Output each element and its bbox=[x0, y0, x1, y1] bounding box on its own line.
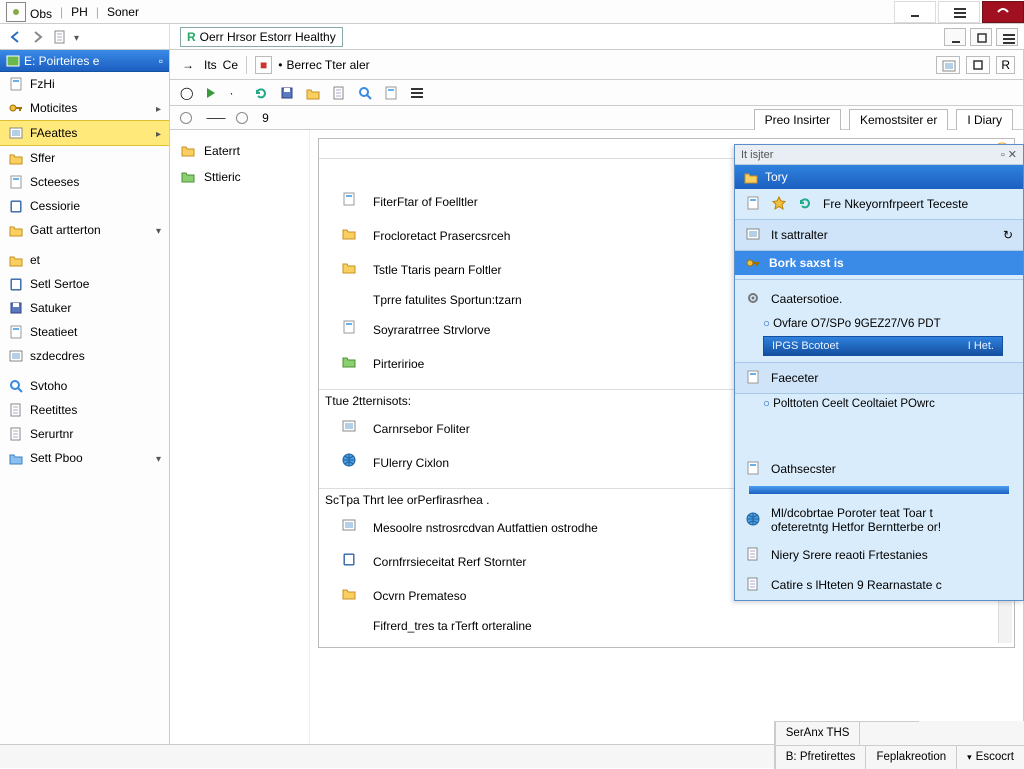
folder-tree: Eaterrt Sttieric bbox=[170, 130, 310, 744]
ico-play[interactable] bbox=[203, 85, 219, 101]
ico-disk[interactable] bbox=[279, 85, 295, 101]
nav-item-scteeses[interactable]: Scteeses bbox=[0, 170, 169, 194]
title-menu-3[interactable]: Soner bbox=[107, 5, 139, 19]
win2-extra[interactable] bbox=[996, 28, 1018, 46]
rp-link-1[interactable]: Niery Srere reaoti Frtestanies bbox=[735, 540, 1023, 570]
folder-sttieric[interactable]: Sttieric bbox=[178, 164, 301, 190]
toolbar-primary: → Its Ce ■ • Berrec Tter aler R bbox=[170, 50, 1023, 80]
tab-preo[interactable]: Preo Insirter bbox=[754, 109, 841, 130]
rp-row-faeceter[interactable]: Faeceter bbox=[735, 362, 1023, 394]
nav-item-moticites[interactable]: Moticites bbox=[0, 96, 169, 120]
ico-search[interactable] bbox=[357, 85, 373, 101]
task-fifrerd[interactable]: Fifrerd_tres ta rTerft orteraline bbox=[337, 613, 1002, 639]
status-bar: SerAnx THS B: Pfretirettes Feplakreotion… bbox=[0, 744, 1024, 768]
nav-item-faeattes[interactable]: FAeattes bbox=[0, 120, 169, 146]
ico-doc[interactable] bbox=[331, 85, 347, 101]
nav-doc-icon[interactable] bbox=[52, 29, 68, 45]
status-top-2[interactable] bbox=[859, 721, 919, 745]
rp-code-box[interactable]: IPGS BcotoetI Het. bbox=[763, 336, 1003, 356]
tab-radio-2[interactable] bbox=[236, 112, 248, 124]
win2-maximize[interactable] bbox=[970, 28, 992, 46]
tab-num: 9 bbox=[262, 111, 269, 125]
nav-item-steatieet[interactable]: Steatieet bbox=[0, 320, 169, 344]
nav-item-setl[interactable]: Setl Sertoe bbox=[0, 272, 169, 296]
status-seranx[interactable]: SerAnx THS bbox=[775, 721, 860, 745]
nav-item-settpboo[interactable]: Sett Pboo bbox=[0, 446, 169, 470]
nav-item-serurtnr[interactable]: Serurtnr bbox=[0, 422, 169, 446]
nav-item-gatt[interactable]: Gatt artterton bbox=[0, 218, 169, 242]
rp-header: Tory bbox=[735, 165, 1023, 189]
nav-item-sffer[interactable]: Sffer bbox=[0, 146, 169, 170]
title-menu-1[interactable]: Obs bbox=[6, 2, 52, 22]
ico-dot[interactable]: · bbox=[229, 86, 233, 100]
tab-diary[interactable]: I Diary bbox=[956, 109, 1013, 130]
nav-item-reetittes[interactable]: Reetittes bbox=[0, 398, 169, 422]
nav-forward-icon[interactable] bbox=[30, 29, 46, 45]
nav-item-et[interactable]: et bbox=[0, 248, 169, 272]
nav-item-cessiorie[interactable]: Cessiorie bbox=[0, 194, 169, 218]
rp-tab-x[interactable]: ▫ ✕ bbox=[1001, 148, 1017, 161]
left-nav-header: E: Poirteires e ▫ bbox=[0, 50, 169, 72]
nav-item-fzhi[interactable]: FzHi bbox=[0, 72, 169, 96]
status-feplak[interactable]: Feplakreotion bbox=[865, 745, 956, 769]
nav-back-icon[interactable] bbox=[8, 29, 24, 45]
ico-bars[interactable] bbox=[409, 85, 425, 101]
rp-row-oath[interactable]: Oathsecster bbox=[735, 454, 1023, 484]
tab-bar: ⸺ 9 Preo Insirter Kemostsiter er I Diary bbox=[170, 106, 1023, 130]
rp-link-2[interactable]: Catire s lHteten 9 Rearnastate c bbox=[735, 570, 1023, 600]
nav-item-szdecdres[interactable]: szdecdres bbox=[0, 344, 169, 368]
tool-its[interactable]: Its bbox=[204, 58, 217, 72]
ico-refresh[interactable] bbox=[253, 85, 269, 101]
tab-sep: ⸺ bbox=[206, 109, 226, 126]
tool-berrec[interactable]: • Berrec Tter aler bbox=[278, 58, 369, 72]
tab-kemo[interactable]: Kemostsiter er bbox=[849, 109, 948, 130]
tool-right-3[interactable]: R bbox=[996, 56, 1015, 74]
toolbar-icons: ◯ · bbox=[170, 80, 1023, 106]
left-nav-close-icon[interactable]: ▫ bbox=[159, 54, 163, 68]
rp-progress-bar bbox=[749, 486, 1009, 494]
rp-row-itsatt[interactable]: It sattralter ↻ bbox=[735, 219, 1023, 251]
title-menu-2[interactable]: PH bbox=[71, 5, 88, 19]
close-button[interactable] bbox=[982, 1, 1024, 23]
rp-sub-ovfare: ○ Ovfare O7/SPo 9GEZ27/V6 PDT bbox=[735, 314, 1023, 334]
title-bar: Obs | PH | Soner bbox=[0, 0, 1024, 24]
rp-row-fre[interactable]: Fre Nkeyornfrpeert Teceste bbox=[735, 189, 1023, 219]
rp-tab-label[interactable]: It isjter bbox=[741, 149, 773, 161]
ico-folder[interactable] bbox=[305, 85, 321, 101]
ico-page[interactable] bbox=[383, 85, 399, 101]
nav-item-svtoho[interactable]: Svtoho bbox=[0, 374, 169, 398]
tool-back[interactable]: → bbox=[178, 55, 198, 75]
left-nav: E: Poirteires e ▫ FzHi Moticites FAeatte… bbox=[0, 50, 170, 744]
rp-section-bork[interactable]: Bork saxst is bbox=[735, 251, 1023, 275]
tab-radio-1[interactable] bbox=[180, 112, 192, 124]
rp-sub-polttoten: ○ Polttoten Ceelt Ceoltaiet POwrc bbox=[735, 394, 1023, 414]
tool-ce[interactable]: Ce bbox=[223, 58, 238, 72]
secondary-titlebar: R Oerr Hrsor Estorr Healthy bbox=[0, 24, 1024, 50]
minimize-button[interactable] bbox=[894, 1, 936, 23]
status-escocrt[interactable]: ▾Escocrt bbox=[956, 745, 1024, 769]
nav-item-satuker[interactable]: Satuker bbox=[0, 296, 169, 320]
win2-minimize[interactable] bbox=[944, 28, 966, 46]
tool-right-2[interactable] bbox=[966, 56, 990, 74]
ico-radio[interactable]: ◯ bbox=[180, 86, 193, 100]
right-panel: It isjter ▫ ✕ Tory Fre Nkeyornfrpeert Te… bbox=[734, 144, 1024, 601]
tool-boxed[interactable]: ■ bbox=[255, 56, 272, 74]
square-button[interactable] bbox=[938, 1, 980, 23]
folder-eaterrt[interactable]: Eaterrt bbox=[178, 138, 301, 164]
status-pfret[interactable]: B: Pfretirettes bbox=[775, 745, 866, 769]
tool-right-1[interactable] bbox=[936, 56, 960, 74]
rp-body-text: Ml/dcobrtae Poroter teat Toar t ofeteret… bbox=[735, 500, 1023, 540]
window-title: R Oerr Hrsor Estorr Healthy bbox=[180, 27, 343, 47]
rp-row-caater[interactable]: Caatersotioe. bbox=[735, 284, 1023, 314]
